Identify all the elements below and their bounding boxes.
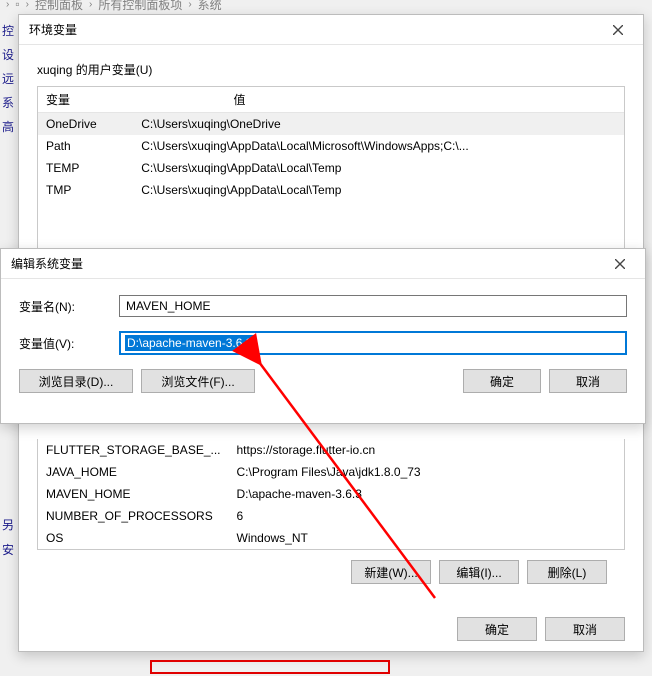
close-icon (613, 25, 623, 35)
breadcrumb-item[interactable]: 所有控制面板项 (98, 0, 182, 13)
var-value-cell: C:\Users\xuqing\OneDrive (133, 113, 624, 135)
close-button[interactable] (605, 249, 635, 279)
table-row[interactable]: TEMPC:\Users\xuqing\AppData\Local\Temp (38, 157, 624, 179)
col-header-val[interactable]: 值 (226, 87, 624, 113)
browse-dir-button[interactable]: 浏览目录(D)... (19, 369, 133, 393)
close-button[interactable] (603, 15, 633, 45)
annotation-box (150, 660, 390, 674)
window-title: 编辑系统变量 (11, 255, 83, 272)
var-name-cell: OS (38, 527, 229, 549)
side-nav-item[interactable]: 安 (2, 541, 18, 558)
cancel-button[interactable]: 取消 (545, 617, 625, 641)
table-row[interactable]: JAVA_HOMEC:\Program Files\Java\jdk1.8.0_… (38, 461, 624, 483)
var-value-cell: C:\Users\xuqing\AppData\Local\Microsoft\… (133, 135, 624, 157)
var-name-cell: Path (38, 135, 133, 157)
cancel-button[interactable]: 取消 (549, 369, 627, 393)
var-value-cell: https://storage.flutter-io.cn (229, 439, 625, 461)
var-name-label: 变量名(N): (19, 298, 119, 315)
side-nav-item[interactable]: 系 (2, 94, 18, 110)
side-nav-lower: 另 安 (2, 516, 18, 558)
ok-button[interactable]: 确定 (457, 617, 537, 641)
side-nav-item[interactable]: 另 (2, 516, 18, 533)
edit-button[interactable]: 编辑(I)... (439, 560, 519, 584)
breadcrumb-icon: ▫ (15, 0, 19, 11)
ok-button[interactable]: 确定 (463, 369, 541, 393)
breadcrumb-sep: › (6, 0, 9, 10)
table-row[interactable]: PathC:\Users\xuqing\AppData\Local\Micros… (38, 135, 624, 157)
var-value-label: 变量值(V): (19, 335, 119, 352)
var-name-cell: TEMP (38, 157, 133, 179)
var-name-cell: JAVA_HOME (38, 461, 229, 483)
table-row[interactable]: TMPC:\Users\xuqing\AppData\Local\Temp (38, 179, 624, 201)
side-nav-item[interactable]: 设 (2, 46, 18, 62)
side-nav-item[interactable]: 控 (2, 22, 18, 38)
var-name-cell: MAVEN_HOME (38, 483, 229, 505)
breadcrumb-sep: › (188, 0, 191, 10)
breadcrumb-sep: › (89, 0, 92, 10)
var-value-cell: D:\apache-maven-3.6.3 (229, 483, 625, 505)
browse-file-button[interactable]: 浏览文件(F)... (141, 369, 255, 393)
var-value-input[interactable]: D:\apache-maven-3.6.3 (119, 331, 627, 355)
side-nav: 控 设 远 系 高 (2, 22, 18, 134)
table-row[interactable]: FLUTTER_STORAGE_BASE_...https://storage.… (38, 439, 624, 461)
var-value-cell: C:\Users\xuqing\AppData\Local\Temp (133, 157, 624, 179)
delete-button[interactable]: 删除(L) (527, 560, 607, 584)
table-row[interactable]: OneDriveC:\Users\xuqing\OneDrive (38, 113, 624, 135)
close-icon (615, 259, 625, 269)
table-row[interactable]: NUMBER_OF_PROCESSORS6 (38, 505, 624, 527)
new-button[interactable]: 新建(W)... (351, 560, 431, 584)
breadcrumb: › ▫ › 控制面板 › 所有控制面板项 › 系统 (6, 0, 222, 14)
breadcrumb-sep: › (26, 0, 29, 10)
edit-var-dialog: 编辑系统变量 变量名(N): 变量值(V): D:\apache-maven-3… (0, 248, 646, 424)
var-name-cell: NUMBER_OF_PROCESSORS (38, 505, 229, 527)
table-row[interactable]: OSWindows_NT (38, 527, 624, 549)
side-nav-item[interactable]: 高 (2, 118, 18, 134)
user-vars-label: xuqing 的用户变量(U) (37, 61, 643, 78)
var-name-cell: TMP (38, 179, 133, 201)
window-title: 环境变量 (29, 21, 77, 38)
title-bar: 编辑系统变量 (1, 249, 645, 279)
col-header-var[interactable]: 变量 (38, 87, 226, 113)
table-row[interactable]: MAVEN_HOMED:\apache-maven-3.6.3 (38, 483, 624, 505)
var-name-input[interactable] (119, 295, 627, 317)
side-nav-item[interactable]: 远 (2, 70, 18, 86)
var-value-cell: C:\Program Files\Java\jdk1.8.0_73 (229, 461, 625, 483)
breadcrumb-item[interactable]: 系统 (198, 0, 222, 13)
var-name-cell: FLUTTER_STORAGE_BASE_... (38, 439, 229, 461)
var-value-text: D:\apache-maven-3.6.3 (125, 335, 254, 351)
var-value-cell: 6 (229, 505, 625, 527)
var-name-cell: OneDrive (38, 113, 133, 135)
sys-vars-table[interactable]: FLUTTER_STORAGE_BASE_...https://storage.… (37, 439, 625, 550)
var-value-cell: Windows_NT (229, 527, 625, 549)
title-bar: 环境变量 (19, 15, 643, 45)
var-value-cell: C:\Users\xuqing\AppData\Local\Temp (133, 179, 624, 201)
breadcrumb-item[interactable]: 控制面板 (35, 0, 83, 13)
